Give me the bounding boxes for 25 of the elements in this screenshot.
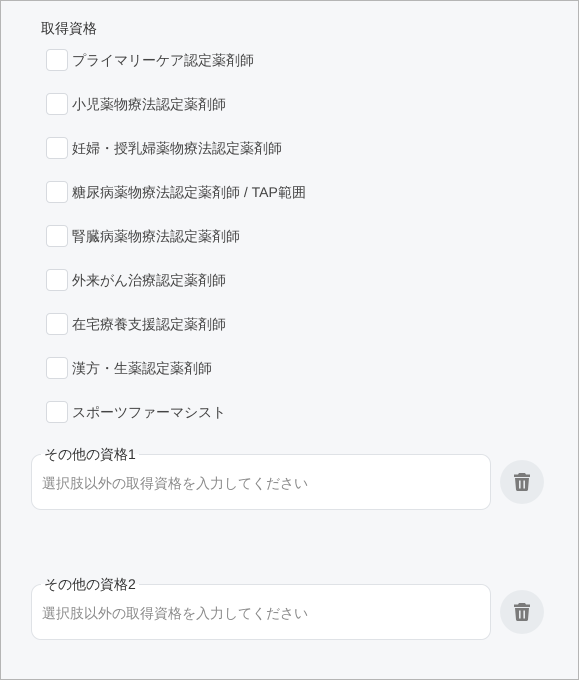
checkbox-label: スポーツファーマシスト xyxy=(72,402,226,422)
trash-icon xyxy=(514,603,530,621)
checkbox[interactable] xyxy=(46,225,68,247)
checkbox-label: 外来がん治療認定薬剤師 xyxy=(72,270,226,290)
checkbox[interactable] xyxy=(46,357,68,379)
field-label: その他の資格2 xyxy=(41,575,139,593)
checkbox[interactable] xyxy=(46,269,68,291)
trash-icon xyxy=(514,473,530,491)
checkbox-label: 腎臓病薬物療法認定薬剤師 xyxy=(72,226,240,246)
delete-button[interactable] xyxy=(500,460,544,504)
section-title: 取得資格 xyxy=(41,20,97,36)
checkbox-label: 妊婦・授乳婦薬物療法認定薬剤師 xyxy=(72,138,282,158)
checkbox-label: 小児薬物療法認定薬剤師 xyxy=(72,94,226,114)
checkbox[interactable] xyxy=(46,49,68,71)
checkbox-label: 糖尿病薬物療法認定薬剤師 / TAP範囲 xyxy=(72,182,306,202)
checkbox[interactable] xyxy=(46,137,68,159)
checkbox-label: プライマリーケア認定薬剤師 xyxy=(72,50,254,70)
checkbox-label: 漢方・生薬認定薬剤師 xyxy=(72,358,212,378)
field-label: その他の資格1 xyxy=(41,445,139,463)
checkbox[interactable] xyxy=(46,313,68,335)
checkbox[interactable] xyxy=(46,401,68,423)
checkbox[interactable] xyxy=(46,93,68,115)
delete-button[interactable] xyxy=(500,590,544,634)
checkbox[interactable] xyxy=(46,181,68,203)
checkbox-label: 在宅療養支援認定薬剤師 xyxy=(72,314,226,334)
